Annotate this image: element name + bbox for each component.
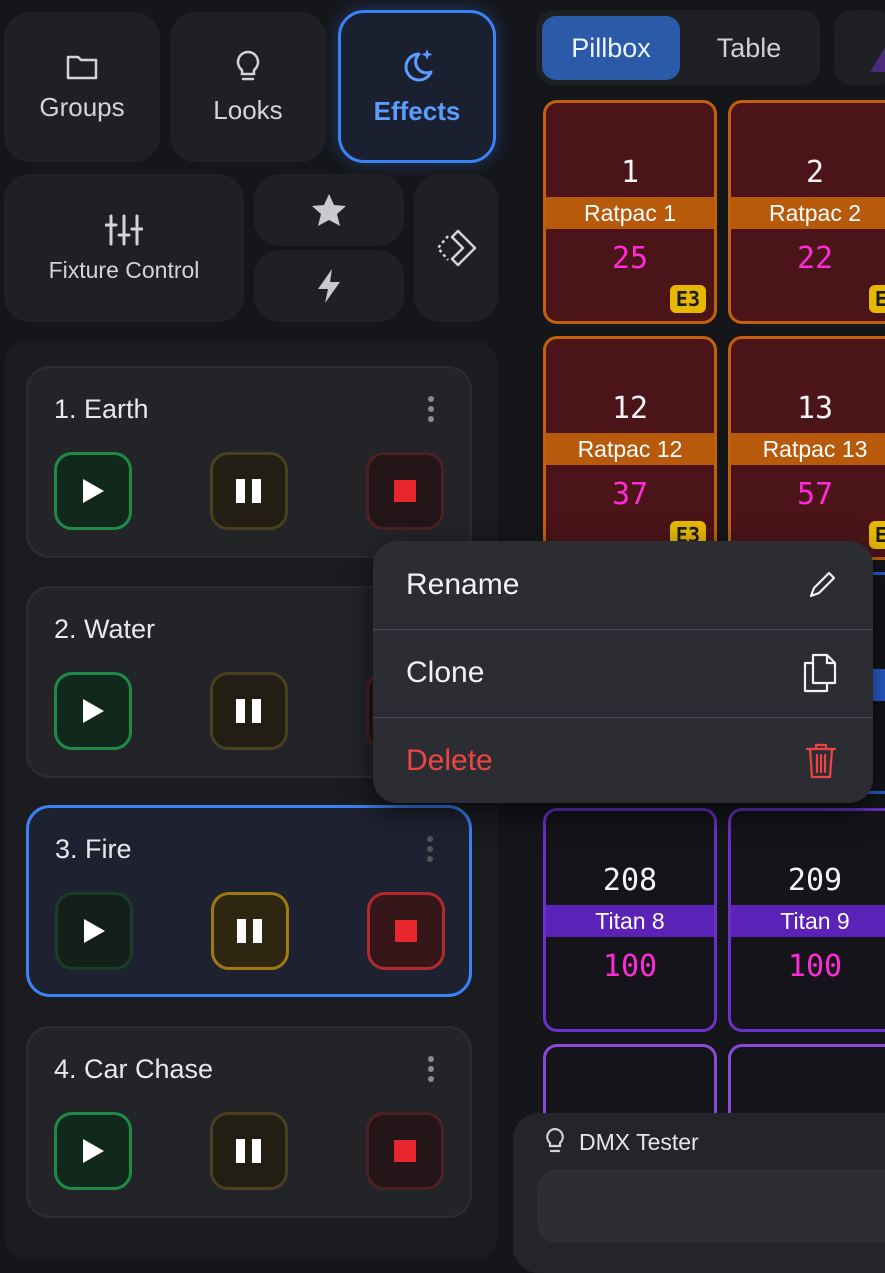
dmx-tester-title: DMX Tester: [579, 1129, 699, 1155]
stop-button[interactable]: [367, 892, 445, 970]
more-options-icon[interactable]: [428, 1056, 436, 1082]
table-tab-label: Table: [716, 32, 782, 63]
clone-menu-item[interactable]: Clone: [373, 629, 873, 717]
fixture-value: 100: [787, 949, 843, 984]
fixture-pill[interactable]: 209 Titan 9 100: [728, 808, 885, 1032]
dmx-tester-content: [537, 1169, 885, 1243]
more-options-icon[interactable]: [427, 836, 435, 862]
sliders-icon: [105, 214, 143, 245]
play-icon: [83, 1139, 104, 1163]
stop-icon: [394, 480, 416, 502]
partial-toolbar-button[interactable]: [834, 10, 885, 85]
diamond-tile[interactable]: [414, 174, 498, 322]
play-icon: [84, 919, 105, 943]
effects-label: Effects: [373, 96, 461, 126]
rename-label: Rename: [406, 568, 520, 601]
favorites-tile[interactable]: [254, 174, 404, 246]
fixture-pill[interactable]: 13 Ratpac 13 57 E3: [728, 336, 885, 560]
fixture-pill[interactable]: 1 Ratpac 1 25 E3: [543, 100, 717, 324]
looks-tile[interactable]: Looks: [170, 12, 326, 162]
effect-card-earth[interactable]: 1. Earth: [26, 366, 472, 558]
pause-button[interactable]: [210, 672, 288, 750]
diamond-layers-icon: [436, 229, 477, 267]
effect-card-car-chase[interactable]: 4. Car Chase: [26, 1026, 472, 1218]
table-tab[interactable]: Table: [682, 16, 816, 80]
fixture-pill[interactable]: 2 Ratpac 2 22 E3: [728, 100, 885, 324]
trash-icon: [805, 743, 837, 779]
fixture-label: Ratpac 1: [546, 197, 714, 229]
fixture-badge: E3: [669, 285, 706, 313]
fixture-pill[interactable]: 12 Ratpac 12 37 E3: [543, 336, 717, 560]
play-button[interactable]: [54, 452, 132, 530]
fixture-number: 2: [805, 155, 825, 190]
fixture-label: Ratpac 13: [731, 433, 885, 465]
star-icon: [312, 194, 346, 226]
pause-button[interactable]: [210, 452, 288, 530]
fixture-pill[interactable]: 208 Titan 8 100: [543, 808, 717, 1032]
delete-label: Delete: [406, 744, 493, 777]
stop-button[interactable]: [366, 452, 444, 530]
effect-name: 4. Car Chase: [54, 1054, 214, 1084]
lightning-icon: [318, 269, 340, 303]
effects-tile[interactable]: Effects: [338, 10, 496, 163]
stop-icon: [395, 920, 417, 942]
play-button[interactable]: [55, 892, 133, 970]
fixture-number: 1: [620, 155, 640, 190]
triangle-icon: [870, 47, 885, 72]
fixture-label: Titan 8: [546, 905, 714, 937]
fixture-label: Ratpac 12: [546, 433, 714, 465]
stop-icon: [394, 1140, 416, 1162]
fixture-value: 57: [796, 477, 834, 512]
fixture-badge: E3: [868, 285, 885, 313]
fixture-number: 12: [611, 391, 649, 426]
clone-label: Clone: [406, 656, 485, 689]
fixture-value: 22: [796, 241, 834, 276]
folder-icon: [66, 55, 98, 79]
effect-card-fire[interactable]: 3. Fire: [26, 805, 472, 997]
play-button[interactable]: [54, 672, 132, 750]
lightbulb-icon: [546, 1127, 564, 1153]
pause-button[interactable]: [211, 892, 289, 970]
pillbox-tab[interactable]: Pillbox: [542, 16, 680, 80]
effect-name: 2. Water: [54, 614, 156, 644]
stop-button[interactable]: [366, 1112, 444, 1190]
dmx-tester-panel[interactable]: DMX Tester: [513, 1113, 885, 1273]
effect-name: 1. Earth: [54, 394, 149, 424]
pencil-icon: [809, 571, 836, 598]
lightbulb-icon: [236, 50, 260, 80]
looks-label: Looks: [213, 94, 283, 125]
pause-icon: [236, 479, 261, 503]
pause-icon: [236, 1139, 261, 1163]
pause-icon: [236, 699, 261, 723]
fixture-number: 208: [602, 863, 658, 898]
fixture-control-tile[interactable]: Fixture Control: [4, 174, 244, 322]
fixture-value: 100: [602, 949, 658, 984]
moon-sparkle-icon: [404, 49, 433, 82]
delete-menu-item[interactable]: Delete: [373, 717, 873, 805]
fixture-number: 209: [787, 863, 843, 898]
flash-tile[interactable]: [254, 250, 404, 322]
copy-icon: [803, 653, 837, 693]
rename-menu-item[interactable]: Rename: [373, 541, 873, 629]
play-button[interactable]: [54, 1112, 132, 1190]
pause-icon: [237, 919, 262, 943]
fixture-label: Ratpac 2: [731, 197, 885, 229]
fixture-value: 37: [611, 477, 649, 512]
pause-button[interactable]: [210, 1112, 288, 1190]
groups-tile[interactable]: Groups: [4, 12, 160, 162]
fixture-number: 13: [796, 391, 834, 426]
fixture-value: 25: [611, 241, 649, 276]
groups-label: Groups: [39, 91, 125, 122]
play-icon: [83, 479, 104, 503]
context-menu: Rename Clone Delete: [373, 541, 873, 803]
pillbox-tab-label: Pillbox: [571, 32, 651, 63]
play-icon: [83, 699, 104, 723]
more-options-icon[interactable]: [428, 396, 436, 422]
effect-name: 3. Fire: [55, 834, 132, 864]
fixture-label: Titan 9: [731, 905, 885, 937]
fixture-control-label: Fixture Control: [48, 256, 200, 283]
